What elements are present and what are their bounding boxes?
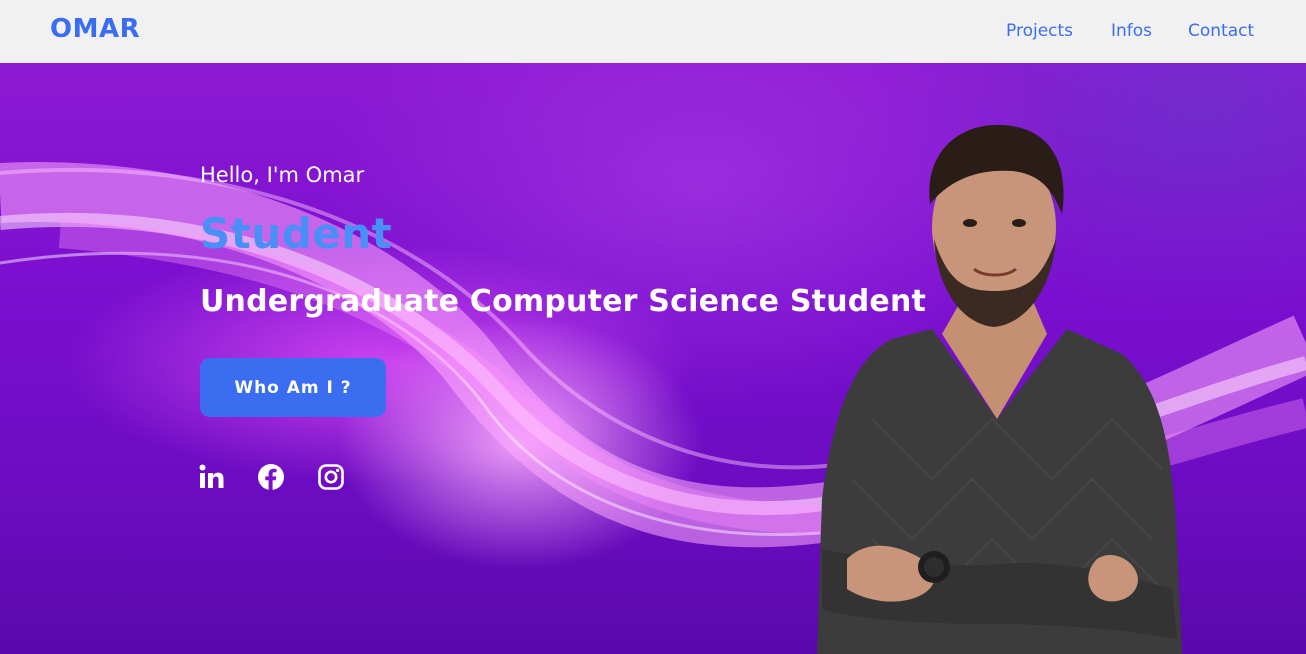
navbar: OMAR Projects Infos Contact (0, 0, 1306, 63)
profile-photo (817, 124, 1182, 654)
facebook-icon[interactable] (257, 463, 285, 491)
nav-link-projects[interactable]: Projects (1006, 21, 1073, 41)
nav-link-infos[interactable]: Infos (1111, 21, 1152, 41)
hero-greeting: Hello, I'm Omar (200, 163, 365, 187)
who-am-i-button[interactable]: Who Am I ? (200, 358, 386, 417)
site-logo[interactable]: OMAR (50, 14, 140, 44)
instagram-icon[interactable] (317, 463, 345, 491)
linkedin-icon[interactable] (198, 463, 226, 491)
hero-section: Hello, I'm Omar Student Undergraduate Co… (0, 63, 1306, 654)
hero-role: Student (200, 209, 393, 258)
nav-link-contact[interactable]: Contact (1188, 21, 1254, 41)
